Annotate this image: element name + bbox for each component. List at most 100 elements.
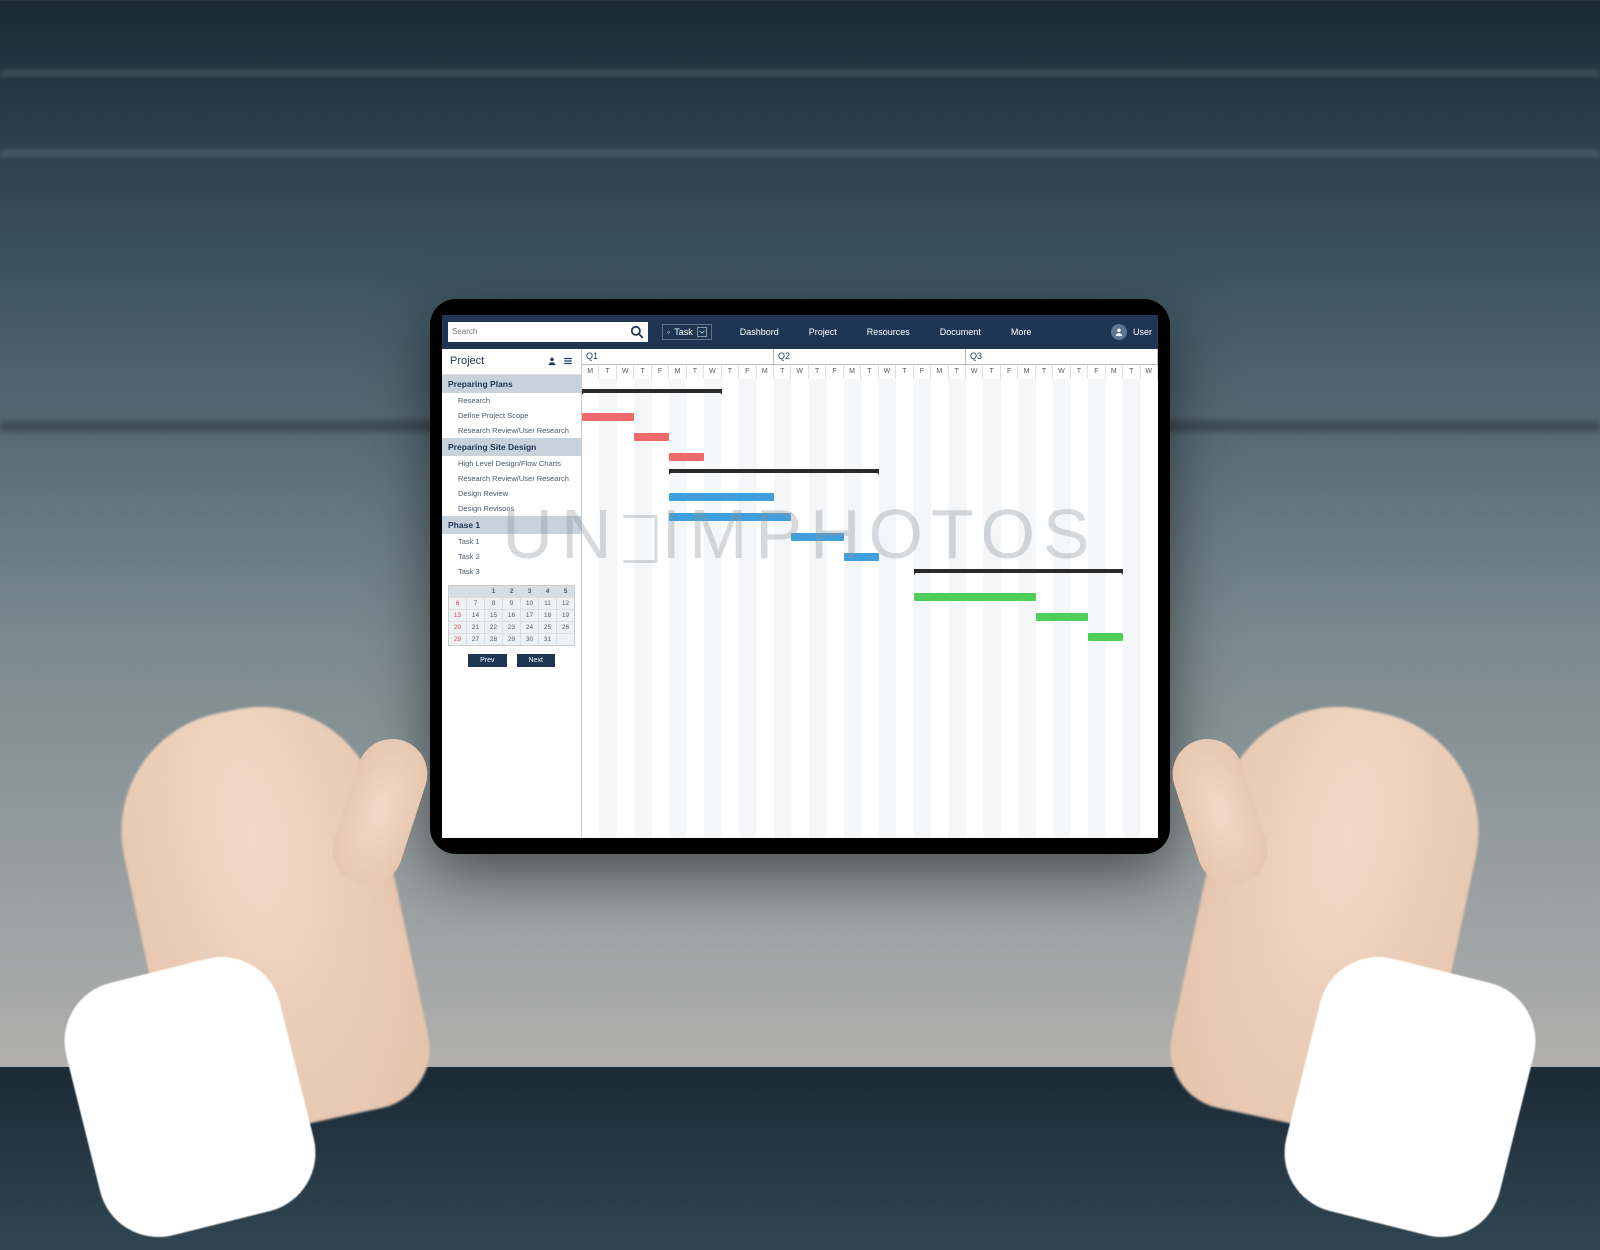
cal-cell[interactable]: 20 [449,622,466,633]
nav-more[interactable]: More [1011,327,1032,337]
sidebar-item[interactable]: Research Review/User Research [442,471,581,486]
cal-cell[interactable]: 16 [503,610,520,621]
cal-cell[interactable]: 7 [467,598,484,609]
cal-cell[interactable]: 11 [539,598,556,609]
cal-cell[interactable]: 31 [539,634,556,645]
user-menu[interactable]: User [1111,324,1152,340]
user-label: User [1133,327,1152,337]
gantt-bar[interactable] [582,413,634,421]
cal-cell[interactable]: 10 [521,598,538,609]
day-cell: M [669,365,686,379]
cal-cell[interactable]: 26 [557,622,574,633]
day-cell: T [861,365,878,379]
day-header: MTWTFMTWTFMTWTFMTWTFMTWTFMTWTFMTW [582,365,1158,379]
quarter-cell: Q2 [774,349,966,364]
quarter-header: Q1Q2Q3 [582,349,1158,365]
cal-header-cell: 1 [485,586,502,597]
gantt-bar[interactable] [669,453,704,461]
sidebar-item[interactable]: Task 1 [442,534,581,549]
gantt-chart[interactable]: Q1Q2Q3 MTWTFMTWTFMTWTFMTWTFMTWTFMTWTFMTW [582,349,1158,838]
cal-cell[interactable]: 9 [503,598,520,609]
search-icon[interactable] [630,325,644,339]
gantt-bar[interactable] [844,553,879,561]
day-cell: T [774,365,791,379]
day-cell: W [966,365,983,379]
user-icon[interactable] [547,356,557,366]
nav-document[interactable]: Document [940,327,981,337]
cal-cell[interactable]: 22 [485,622,502,633]
sidebar-item[interactable]: Design Revisons [442,501,581,516]
cal-cell[interactable]: 14 [467,610,484,621]
day-cell: T [1123,365,1140,379]
cal-cell[interactable]: 17 [521,610,538,621]
sidebar: Project Preparing PlansResearchDefine Pr… [442,349,582,838]
task-label: Task [674,327,693,337]
nav-resources[interactable]: Resources [867,327,910,337]
cal-cell[interactable]: 21 [467,622,484,633]
day-cell: T [809,365,826,379]
gantt-bar[interactable] [634,433,669,441]
calendar-next-button[interactable]: Next [517,654,555,667]
sidebar-item[interactable]: Define Project Scope [442,408,581,423]
gantt-bar[interactable] [914,593,1036,601]
sidebar-item[interactable]: Research [442,393,581,408]
sidebar-item[interactable]: Design Review [442,486,581,501]
gantt-bar[interactable] [1088,633,1123,641]
group-header[interactable]: Preparing Site Design [442,438,581,456]
cal-cell[interactable]: 27 [467,634,484,645]
group-header[interactable]: Preparing Plans [442,375,581,393]
quarter-cell: Q1 [582,349,774,364]
nav-links: Dashbord Project Resources Document More [740,327,1032,337]
gantt-bar[interactable] [582,389,722,393]
cal-header-cell: 5 [557,586,574,597]
cal-cell[interactable]: 30 [521,634,538,645]
gantt-canvas[interactable] [582,379,1158,838]
day-cell: T [896,365,913,379]
day-cell: T [949,365,966,379]
day-cell: T [687,365,704,379]
day-cell: W [791,365,808,379]
sidebar-item[interactable]: Research Review/User Research [442,423,581,438]
cal-cell[interactable]: 15 [485,610,502,621]
group-header[interactable]: Phase 1 [442,516,581,534]
sidebar-item[interactable]: Task 2 [442,549,581,564]
gantt-bar[interactable] [669,513,791,521]
task-dropdown[interactable]: ◦ Task [662,324,712,340]
sidebar-item[interactable]: Task 3 [442,564,581,579]
gantt-bar[interactable] [669,469,878,473]
search-input[interactable] [448,322,648,342]
gantt-bar[interactable] [1036,613,1088,621]
cal-cell[interactable]: 12 [557,598,574,609]
cal-cell[interactable] [557,634,574,645]
day-cell: W [879,365,896,379]
cal-cell[interactable]: 23 [503,622,520,633]
day-cell: F [739,365,756,379]
cal-cell[interactable]: 13 [449,610,466,621]
nav-project[interactable]: Project [809,327,837,337]
mini-calendar[interactable]: 1234567891011121314151617181920212223242… [448,585,575,667]
radio-icon: ◦ [667,327,670,337]
cal-cell[interactable]: 29 [503,634,520,645]
sidebar-header: Project [442,349,581,375]
quarter-cell: Q3 [966,349,1158,364]
tablet-frame: ◦ Task Dashbord Project Resources Docume… [430,299,1170,854]
user-icon [1111,324,1127,340]
cal-cell[interactable]: 24 [521,622,538,633]
cal-cell[interactable]: 29 [449,634,466,645]
cal-cell[interactable]: 25 [539,622,556,633]
list-icon[interactable] [563,356,573,366]
nav-dashboard[interactable]: Dashbord [740,327,779,337]
search-field[interactable] [452,327,630,336]
calendar-prev-button[interactable]: Prev [468,654,506,667]
day-cell: W [1141,365,1158,379]
cal-cell[interactable]: 6 [449,598,466,609]
cal-cell[interactable]: 8 [485,598,502,609]
gantt-bar[interactable] [914,569,1123,573]
cal-cell[interactable]: 28 [485,634,502,645]
sidebar-item[interactable]: High Level Design/Flow Charts [442,456,581,471]
gantt-bar[interactable] [791,533,843,541]
cal-cell[interactable]: 18 [539,610,556,621]
gantt-bar[interactable] [669,493,774,501]
cal-cell[interactable]: 19 [557,610,574,621]
day-cell: T [722,365,739,379]
